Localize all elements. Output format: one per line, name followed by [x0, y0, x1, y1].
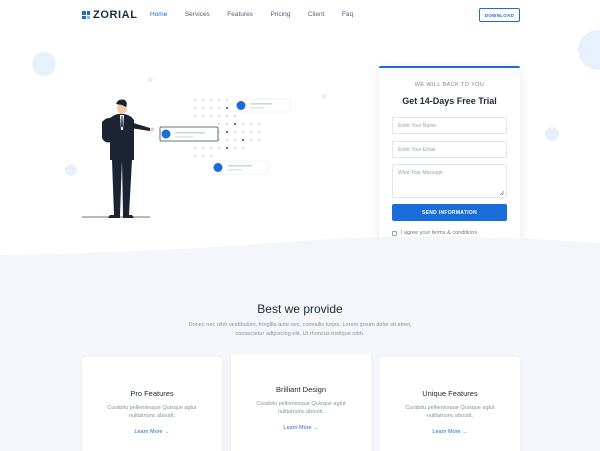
description-line: Donec nec nibh vestibulum, fringilla ant…: [188, 322, 412, 328]
trial-form-card: WE WILL BACK TO YOU Get 14-Days Free Tri…: [379, 66, 520, 250]
section-title: Best we provide: [257, 302, 343, 316]
learn-more-link[interactable]: Learn More →: [380, 429, 520, 435]
nav-item-home[interactable]: Home: [150, 11, 167, 18]
logo-grid-icon: [82, 11, 90, 19]
learn-more-label: Learn More: [283, 425, 312, 431]
feature-card-pro: Pro Features Curabitu pellentesque Quisq…: [82, 357, 222, 451]
top-nav: ZORIAL Home Services Features Pricing Cl…: [0, 0, 600, 30]
card-title: Pro Features: [130, 389, 174, 398]
send-information-button[interactable]: SEND INFORMATION: [392, 204, 507, 221]
decor-bubble: [32, 52, 56, 76]
card-description: Curabitu pellentesque Quisque agtut null…: [241, 400, 361, 416]
nav-item-faq[interactable]: Faq: [342, 11, 353, 18]
learn-more-label: Learn More: [134, 429, 163, 435]
decor-bubble: [148, 77, 153, 82]
download-button[interactable]: DOWNLOAD: [479, 8, 520, 22]
card-description: Curabitu pellentesque Quisque agtut null…: [92, 404, 212, 420]
description-line: consectetur adipiscing elit. Ut rhoncus …: [235, 331, 365, 337]
card-title: Unique Features: [422, 389, 478, 398]
resize-handle-icon[interactable]: [500, 191, 504, 195]
message-placeholder: Write Your Message: [398, 170, 443, 176]
decor-bubble: [322, 94, 327, 99]
nav-item-features[interactable]: Features: [227, 11, 253, 18]
section-curve: [0, 236, 600, 257]
decor-bubble: [545, 127, 559, 141]
card-desc-line: Curabitu pellentesque Quisque agtut: [405, 405, 495, 411]
card-desc-line: nulltatnunc aboutit.: [277, 409, 325, 415]
learn-more-label: Learn More: [432, 429, 461, 435]
section-description: Donec nec nibh vestibulum, fringilla ant…: [160, 321, 440, 339]
form-kicker: WE WILL BACK TO YOU: [414, 82, 485, 88]
card-desc-line: Curabitu pellentesque Quisque agtut: [107, 405, 197, 411]
main-menu: Home Services Features Pricing Client Fa…: [150, 11, 371, 18]
learn-more-link[interactable]: Learn More →: [231, 425, 371, 431]
arrow-right-icon: →: [313, 425, 319, 431]
card-desc-line: Curabitu pellentesque Quisque agtut: [256, 401, 346, 407]
learn-more-link[interactable]: Learn More →: [82, 429, 222, 435]
decor-bubble: [65, 164, 77, 176]
card-description: Curabitu pellentesque Quisque agtut null…: [390, 404, 510, 420]
form-title: Get 14-Days Free Trial: [402, 96, 497, 106]
card-title: Brilliant Design: [275, 385, 327, 394]
feature-card-design: Brilliant Design Curabitu pellentesque Q…: [231, 354, 371, 451]
nav-item-pricing[interactable]: Pricing: [270, 11, 290, 18]
card-desc-line: nulltatnunc aboutit.: [128, 413, 176, 419]
arrow-right-icon: →: [164, 429, 170, 435]
brand-name: ZORIAL: [93, 9, 138, 21]
brand-logo[interactable]: ZORIAL: [82, 9, 138, 21]
nav-item-services[interactable]: Services: [185, 11, 210, 18]
email-field[interactable]: Enter Your Email: [392, 141, 507, 158]
card-desc-line: nulltatnunc aboutit.: [426, 413, 474, 419]
arrow-right-icon: →: [462, 429, 468, 435]
hero-illustration: [82, 98, 291, 218]
name-field[interactable]: Enter Your Name: [392, 117, 507, 134]
feature-card-unique: Unique Features Curabitu pellentesque Qu…: [380, 357, 520, 451]
message-field[interactable]: Write Your Message: [392, 164, 507, 198]
nav-item-client[interactable]: Client: [308, 11, 325, 18]
